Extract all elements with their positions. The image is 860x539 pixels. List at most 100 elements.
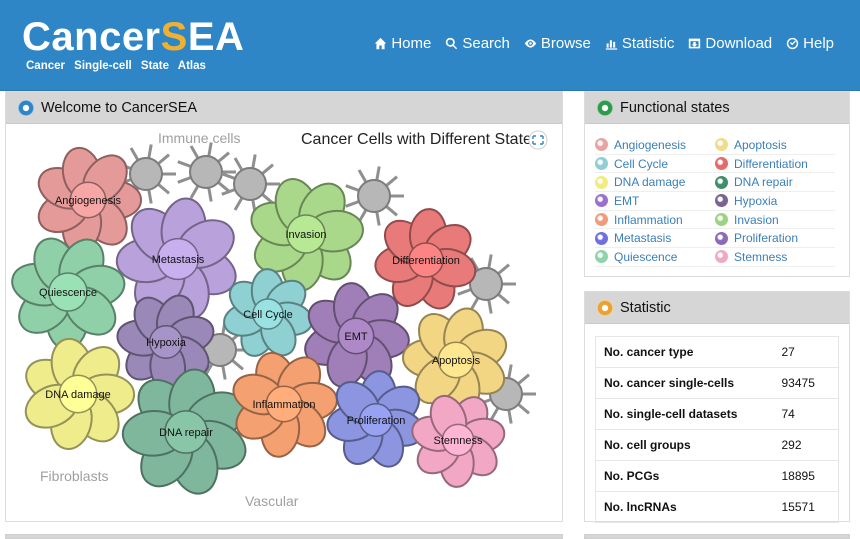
cell-state-icon: [715, 138, 728, 152]
cell-state-icon: [715, 213, 728, 227]
nav-search[interactable]: Search: [445, 35, 510, 52]
functional-state-label: Stemness: [734, 249, 788, 264]
figure-heading: Cancer Cells with Different States: [301, 131, 540, 148]
statistic-value: 27: [773, 336, 839, 368]
functional-states-title: Functional states: [620, 99, 730, 116]
functional-states-header: Functional states: [585, 92, 849, 124]
statistic-title: Statistic: [620, 299, 671, 316]
bar-chart-icon: [605, 40, 618, 50]
fibroblasts-label: Fibroblasts: [40, 468, 108, 484]
cell-label: Inflammation: [253, 399, 316, 411]
cell-label: Metastasis: [152, 254, 205, 266]
functional-state-link[interactable]: Quiescence: [595, 248, 715, 267]
cell-label: Stemness: [434, 435, 483, 447]
nav-help[interactable]: Help: [786, 35, 834, 52]
welcome-panel: Welcome to CancerSEA Cancer Cells with D…: [5, 91, 563, 522]
bullet-icon: [18, 99, 34, 116]
welcome-panel-header: Welcome to CancerSEA: [6, 92, 562, 124]
nav-home[interactable]: Home: [374, 35, 431, 52]
functional-state-label: EMT: [614, 193, 640, 208]
cell-stemness[interactable]: Stemness: [408, 390, 507, 488]
functional-state-link[interactable]: EMT: [595, 192, 715, 211]
cancersea-logo[interactable]: CancerSEA Cancer Single-cell State Atlas: [22, 14, 244, 84]
cell-label: DNA damage: [45, 389, 110, 401]
expand-icon[interactable]: [528, 130, 548, 150]
cell-state-icon: [595, 157, 608, 171]
cell-label: Cell Cycle: [243, 309, 293, 321]
statistic-row: No. cell groups 292: [595, 429, 839, 461]
statistic-label: No. single-cell datasets: [595, 398, 774, 430]
functional-state-link[interactable]: Invasion: [715, 211, 835, 230]
next-panel-header-right: [584, 534, 850, 539]
cell-state-icon: [595, 250, 608, 264]
cell-label: Invasion: [286, 229, 327, 241]
cell-state-icon: [715, 157, 728, 171]
cell-proliferation[interactable]: Proliferation: [325, 370, 428, 472]
bullet-icon: [597, 99, 613, 116]
cell-quiescence[interactable]: Quiescence: [8, 232, 128, 351]
nav-statistic[interactable]: Statistic: [605, 35, 674, 52]
functional-state-link[interactable]: Stemness: [715, 248, 835, 267]
cancer-states-figure: Cancer Cells with Different States Immun…: [6, 124, 562, 521]
cell-dna-damage[interactable]: DNA damage: [19, 335, 136, 453]
logo-wordmark: CancerSEA: [22, 15, 245, 59]
cell-label: Quiescence: [39, 287, 97, 299]
cell-label: Apoptosis: [432, 355, 481, 367]
functional-states-panel: Functional states Angiogenesis Apoptosis C…: [584, 91, 850, 277]
cell-state-icon: [595, 231, 608, 245]
download-icon: [689, 38, 701, 49]
functional-state-link[interactable]: Apoptosis: [715, 136, 835, 155]
functional-state-link[interactable]: DNA damage: [595, 173, 715, 193]
statistic-value: 93475: [773, 367, 839, 399]
functional-states-list: Angiogenesis Apoptosis Cell Cycle Different…: [585, 124, 849, 267]
statistic-row: No. single-cell datasets 74: [595, 398, 839, 430]
statistic-label: No. cancer type: [595, 336, 774, 368]
cell-label: Angiogenesis: [55, 195, 122, 207]
next-panel-header: [5, 534, 563, 539]
search-icon: [446, 37, 458, 50]
cell-state-icon: [715, 175, 728, 189]
functional-state-link[interactable]: Angiogenesis: [595, 136, 715, 155]
functional-state-label: Hypoxia: [734, 193, 778, 208]
statistic-label: No. PCGs: [595, 460, 774, 492]
home-icon: [375, 37, 387, 50]
statistic-row: No. cancer single-cells 93475: [595, 367, 839, 399]
cell-label: DNA repair: [159, 427, 213, 439]
functional-state-label: Invasion: [734, 212, 779, 227]
vascular-label: Vascular: [245, 493, 299, 509]
functional-state-link[interactable]: Metastasis: [595, 229, 715, 249]
nav-browse[interactable]: Browse: [524, 35, 591, 52]
functional-state-label: Differentiation: [734, 156, 808, 171]
immune-cell-body: [357, 179, 391, 213]
functional-state-label: Cell Cycle: [614, 156, 669, 171]
functional-state-link[interactable]: Hypoxia: [715, 192, 835, 211]
cell-label: Differentiation: [392, 255, 460, 267]
statistic-label: No. cell groups: [595, 429, 774, 461]
functional-state-label: Angiogenesis: [614, 137, 687, 152]
functional-state-link[interactable]: Cell Cycle: [595, 155, 715, 174]
statistic-row: No. PCGs 18895: [595, 460, 839, 492]
statistic-panel: Statistic No. cancer type 27 No. cancer si…: [584, 291, 850, 523]
functional-state-label: Apoptosis: [734, 137, 787, 152]
cell-state-icon: [715, 194, 728, 208]
statistic-value: 74: [773, 398, 839, 430]
statistic-value: 15571: [773, 491, 839, 523]
site-header: CancerSEA Cancer Single-cell State Atlas…: [0, 0, 860, 91]
cell-state-icon: [595, 194, 608, 208]
functional-state-label: Proliferation: [734, 231, 799, 246]
functional-state-link[interactable]: Proliferation: [715, 229, 835, 249]
cell-state-icon: [715, 231, 728, 245]
nav-download[interactable]: Download: [688, 35, 772, 52]
statistic-row: No. lncRNAs 15571: [595, 491, 839, 523]
functional-state-link[interactable]: DNA repair: [715, 173, 835, 193]
cell-state-icon: [715, 250, 728, 264]
statistic-table: No. cancer type 27 No. cancer single-cells…: [595, 336, 839, 523]
statistic-label: No. lncRNAs: [595, 491, 774, 523]
functional-state-link[interactable]: Differentiation: [715, 155, 835, 174]
functional-state-link[interactable]: Inflammation: [595, 211, 715, 230]
functional-state-label: DNA repair: [734, 175, 793, 190]
cell-state-icon: [595, 213, 608, 227]
cell-state-icon: [595, 175, 608, 189]
eye-icon: [524, 39, 537, 48]
cancer-states-illustration: Cancer Cells with Different States Immun…: [8, 130, 548, 509]
